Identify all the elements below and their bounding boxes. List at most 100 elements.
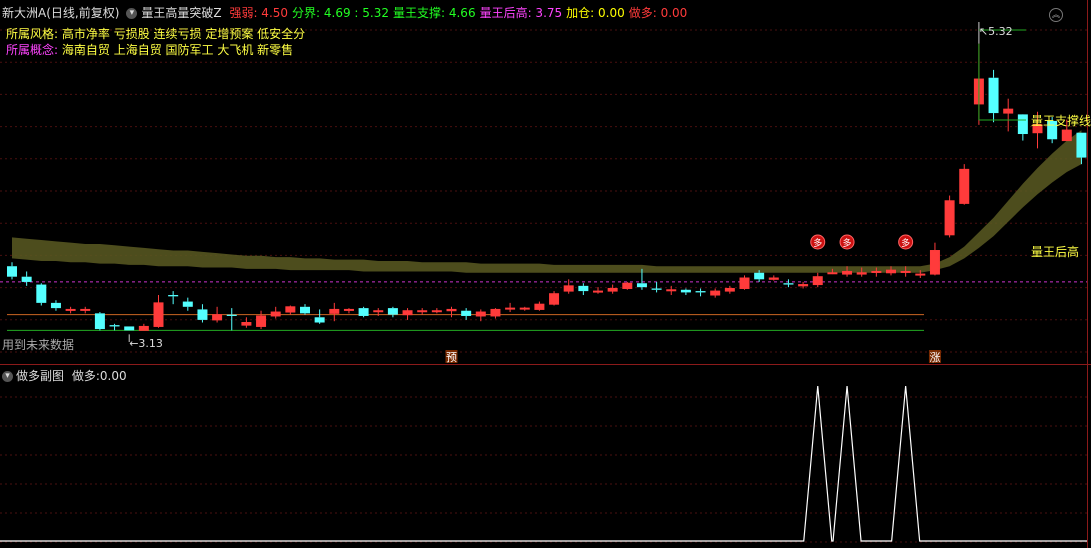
candle[interactable]: [21, 271, 32, 286]
candle[interactable]: [138, 323, 149, 331]
candle[interactable]: [988, 69, 999, 123]
candle[interactable]: [168, 291, 179, 305]
style-info: 所属风格: 高市净率 亏损股 连续亏损 定增预案 低安全分: [6, 25, 305, 42]
candle-body: [50, 302, 61, 309]
candle-body: [94, 313, 105, 330]
candle[interactable]: [182, 297, 193, 311]
candle[interactable]: [593, 287, 603, 294]
candle[interactable]: [534, 301, 545, 311]
rise-marker: 涨: [929, 351, 940, 364]
concept-value: 海南自贸 上海自贸 国防军工 大飞机 新零售: [61, 43, 294, 57]
candle-body: [783, 283, 794, 285]
candle[interactable]: [1017, 114, 1028, 141]
candle-body: [138, 325, 149, 331]
candle[interactable]: [768, 275, 779, 281]
candle[interactable]: [358, 306, 369, 318]
candle-body: [1003, 108, 1014, 114]
candle[interactable]: [197, 304, 208, 323]
candle[interactable]: [724, 285, 735, 294]
candle-body: [7, 266, 17, 277]
candle[interactable]: [80, 306, 91, 314]
candle[interactable]: [783, 279, 794, 288]
support-band: [12, 130, 1082, 273]
candle[interactable]: [241, 317, 252, 328]
signal-markers: ←3.13 ↖5.32 多 多 多预 涨: [128, 22, 1026, 364]
sub-panel-toggle-icon[interactable]: ▾: [2, 371, 13, 382]
candle[interactable]: [417, 308, 428, 315]
candle[interactable]: [475, 309, 486, 322]
candle[interactable]: [124, 326, 135, 331]
candle[interactable]: [812, 272, 823, 288]
candle-body: [578, 285, 589, 292]
grid-lines: [0, 29, 1087, 543]
candle-body: [1017, 114, 1028, 135]
candle[interactable]: [446, 306, 457, 318]
candle-body: [417, 310, 428, 313]
candle-body: [666, 289, 677, 292]
candle[interactable]: [329, 302, 340, 322]
candle-body: [1061, 129, 1072, 142]
candle[interactable]: [461, 308, 472, 320]
candle[interactable]: [387, 306, 398, 318]
candle[interactable]: [226, 308, 237, 331]
candle[interactable]: [549, 291, 560, 306]
collapse-chevron-icon[interactable]: ︽: [1049, 8, 1063, 22]
candle[interactable]: [7, 262, 17, 280]
candle[interactable]: [431, 308, 442, 314]
candle-body: [153, 302, 164, 327]
candle[interactable]: [36, 283, 47, 306]
candle[interactable]: [505, 302, 516, 313]
candle-body: [959, 168, 970, 204]
candle[interactable]: [300, 304, 310, 315]
candle[interactable]: [65, 306, 76, 314]
candle[interactable]: [695, 288, 706, 297]
candle[interactable]: [959, 164, 970, 205]
candle[interactable]: [256, 310, 267, 330]
candle[interactable]: [153, 295, 164, 328]
candle[interactable]: [710, 288, 721, 298]
candle[interactable]: [666, 285, 677, 296]
candle[interactable]: [94, 312, 105, 331]
indicator-toggle-icon[interactable]: ▾: [126, 8, 138, 19]
candle[interactable]: [50, 300, 61, 311]
candle-body: [827, 272, 838, 275]
candle[interactable]: [739, 275, 750, 290]
candle[interactable]: [578, 283, 589, 296]
candle-body: [739, 277, 750, 289]
candle-body: [593, 290, 603, 293]
support-line-label: 量王支撑线: [1031, 113, 1091, 128]
candle[interactable]: [343, 308, 354, 314]
candle[interactable]: [314, 309, 325, 324]
candle[interactable]: [402, 308, 413, 320]
sub-panel-title[interactable]: 做多副图: [16, 369, 64, 383]
candle-body: [270, 311, 281, 317]
main-header: 新大洲A(日线,前复权) ▾ 量王高量突破Z 强弱: 4.50 分界: 4.69 : …: [2, 4, 695, 21]
candle-body: [754, 272, 765, 280]
sub-panel-chart: [0, 385, 1087, 542]
candle-body: [300, 306, 310, 314]
high-price-label: ↖5.32: [979, 25, 1013, 38]
candle[interactable]: [944, 195, 955, 238]
candle[interactable]: [607, 284, 618, 294]
candle[interactable]: [680, 288, 691, 296]
candle[interactable]: [490, 308, 501, 319]
candle-body: [65, 308, 76, 311]
indicator-name[interactable]: 量王高量突破Z: [141, 6, 221, 20]
candle-body: [197, 309, 208, 320]
candle-body: [622, 282, 633, 289]
buy-signal-label: 多: [843, 237, 852, 249]
candle[interactable]: [622, 281, 633, 290]
rear-high-label: 量王后高: [1031, 244, 1079, 259]
candle[interactable]: [929, 242, 940, 276]
sub-signal-line: [0, 385, 1087, 542]
candle[interactable]: [285, 305, 296, 315]
concept-label: 所属概念:: [6, 43, 59, 57]
candle-body: [929, 250, 940, 275]
candle-body: [431, 310, 442, 313]
candle[interactable]: [519, 306, 530, 311]
candle-body: [944, 200, 955, 236]
candle[interactable]: [109, 323, 120, 331]
candle[interactable]: [212, 306, 223, 323]
candle-body: [124, 326, 135, 331]
candle[interactable]: [270, 306, 281, 319]
